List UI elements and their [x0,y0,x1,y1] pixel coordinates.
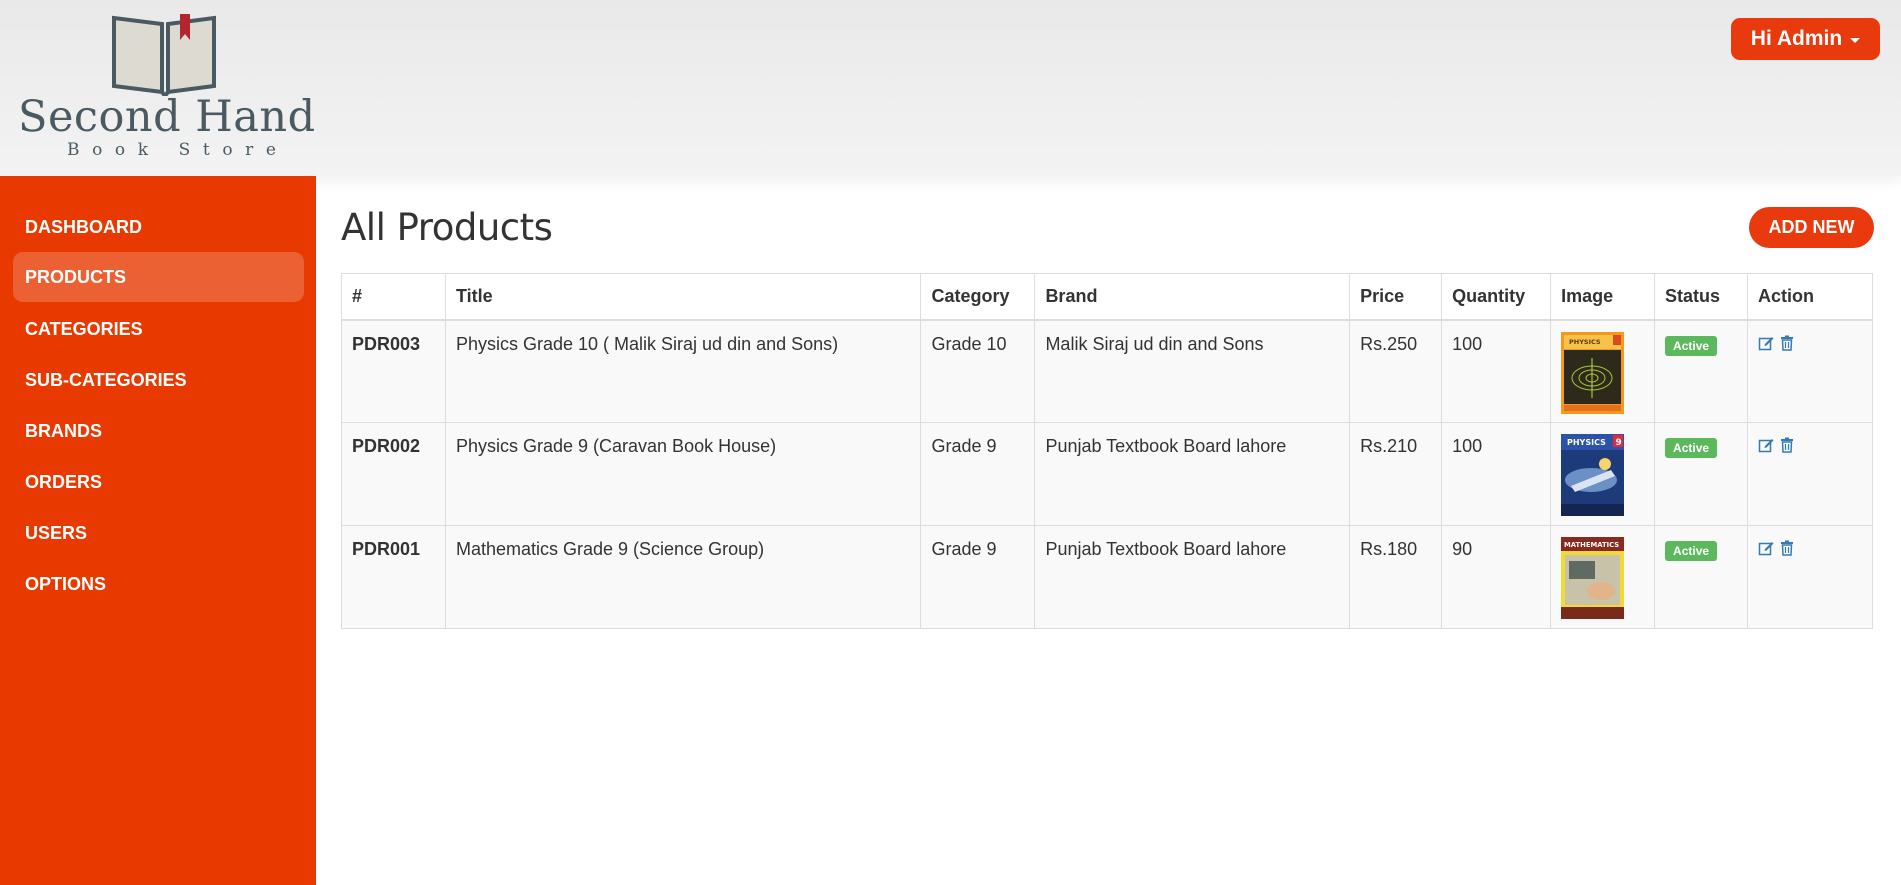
product-id: PDR002 [341,422,446,526]
product-id: PDR003 [341,319,446,423]
admin-menu-label: Hi Admin [1750,27,1843,50]
column-header-action: Action [1747,273,1873,321]
admin-menu-button[interactable]: Hi Admin [1731,18,1880,60]
products-table: # Title Category Brand Price Quantity Im… [341,273,1873,629]
product-id: PDR001 [341,525,446,629]
product-quantity: 90 [1441,525,1552,629]
product-title: Physics Grade 9 (Caravan Book House) [444,422,922,526]
product-status-cell: Active [1654,319,1748,423]
status-badge: Active [1665,335,1718,356]
open-book-icon [112,14,216,96]
product-price: Rs.250 [1349,319,1443,423]
product-image-cell: MATHEMATICS [1550,525,1656,629]
column-header-title: Title [444,273,922,321]
edit-icon[interactable] [1758,335,1774,351]
svg-text:MATHEMATICS: MATHEMATICS [1564,541,1619,549]
trash-icon[interactable] [1780,437,1794,453]
sidebar-item-orders[interactable]: ORDERS [13,457,304,507]
column-header-quantity: Quantity [1441,273,1552,321]
product-category: Grade 10 [920,319,1036,423]
trash-icon[interactable] [1780,335,1794,351]
svg-text:9: 9 [1616,438,1622,448]
table-row: PDR002 Physics Grade 9 (Caravan Book Hou… [341,422,1873,526]
product-brand: Punjab Textbook Board lahore [1034,525,1351,629]
product-image-cell: PHYSICS 9 [1550,422,1656,526]
sidebar-item-products[interactable]: PRODUCTS [13,252,304,302]
sidebar: DASHBOARD PRODUCTS CATEGORIES SUB-CATEGO… [0,176,316,885]
add-new-button[interactable]: ADD NEW [1749,207,1874,248]
table-row: PDR003 Physics Grade 10 ( Malik Siraj ud… [341,319,1873,423]
product-title: Mathematics Grade 9 (Science Group) [444,525,922,629]
edit-icon[interactable] [1758,540,1774,556]
product-quantity: 100 [1441,422,1552,526]
edit-icon[interactable] [1758,437,1774,453]
top-header: Second Hand Book Store Hi Admin [0,0,1901,176]
column-header-category: Category [920,273,1036,321]
product-action-cell [1747,422,1873,526]
status-badge: Active [1665,438,1718,458]
column-header-image: Image [1550,273,1656,321]
product-status-cell: Active [1654,422,1748,526]
mathematics-book-cover-image: MATHEMATICS [1561,537,1625,619]
column-header-status: Status [1654,273,1748,321]
product-image-cell: PHYSICS [1550,319,1656,423]
product-category: Grade 9 [920,422,1036,526]
svg-text:PHYSICS: PHYSICS [1567,438,1606,447]
status-badge: Active [1665,541,1718,561]
sidebar-item-sub-categories[interactable]: SUB-CATEGORIES [13,355,304,405]
caret-down-icon [1850,38,1861,43]
logo-subtitle: Book Store [67,140,289,160]
product-price: Rs.180 [1349,525,1443,629]
table-header-row: # Title Category Brand Price Quantity Im… [341,273,1873,321]
store-logo[interactable]: Second Hand Book Store [14,10,315,160]
product-action-cell [1747,525,1873,629]
product-brand: Punjab Textbook Board lahore [1034,422,1351,526]
product-title: Physics Grade 10 ( Malik Siraj ud din an… [444,319,922,423]
sidebar-item-brands[interactable]: BRANDS [13,406,304,456]
column-header-brand: Brand [1034,273,1351,321]
physics-book-cover-image: PHYSICS 9 [1561,434,1625,516]
product-status-cell: Active [1654,525,1748,629]
product-action-cell [1747,319,1873,423]
physics-book-cover-image: PHYSICS [1561,331,1625,414]
product-price: Rs.210 [1349,422,1443,526]
column-header-id: # [341,273,446,321]
table-row: PDR001 Mathematics Grade 9 (Science Grou… [341,525,1873,629]
logo-title: Second Hand [18,92,316,142]
sidebar-item-categories[interactable]: CATEGORIES [13,304,304,354]
page-title: All Products [341,206,553,249]
product-quantity: 100 [1441,319,1552,423]
svg-text:PHYSICS: PHYSICS [1569,338,1601,346]
trash-icon[interactable] [1780,540,1794,556]
product-category: Grade 9 [920,525,1036,629]
column-header-price: Price [1349,273,1443,321]
product-brand: Malik Siraj ud din and Sons [1034,319,1351,423]
sidebar-item-dashboard[interactable]: DASHBOARD [13,202,304,252]
sidebar-item-options[interactable]: OPTIONS [13,559,304,609]
sidebar-item-users[interactable]: USERS [13,508,304,558]
